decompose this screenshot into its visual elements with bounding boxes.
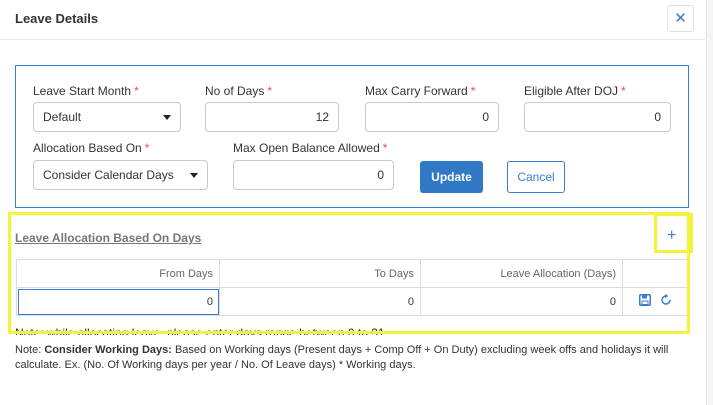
leave-start-month-select[interactable]: Default	[33, 102, 181, 132]
no-of-days-label: No of Days *	[205, 84, 273, 98]
leave-start-month-value: Default	[43, 110, 82, 124]
update-button[interactable]: Update	[420, 161, 483, 193]
allocation-based-on-select[interactable]: Consider Calendar Days	[33, 160, 208, 190]
no-of-days-input[interactable]: 12	[205, 102, 339, 132]
working-days-note: Note: Consider Working Days: Based on Wo…	[15, 344, 669, 371]
close-icon: ✕	[674, 10, 687, 27]
leave-start-month-label: Leave Start Month *	[33, 84, 139, 98]
header-divider	[0, 39, 705, 40]
dialog-title: Leave Details	[15, 11, 99, 26]
max-open-balance-input[interactable]: 0	[233, 160, 394, 190]
chevron-down-icon	[163, 114, 171, 120]
max-carry-forward-label: Max Carry Forward *	[365, 84, 476, 98]
scrollbar[interactable]	[706, 0, 713, 405]
eligible-after-doj-label: Eligible After DOJ *	[524, 84, 626, 98]
max-carry-forward-input[interactable]: 0	[365, 102, 499, 132]
cancel-button[interactable]: Cancel	[507, 161, 565, 193]
allocation-based-on-value: Consider Calendar Days	[43, 168, 174, 182]
highlight-add-button	[654, 213, 693, 253]
eligible-after-doj-input[interactable]: 0	[524, 102, 671, 132]
max-open-balance-label: Max Open Balance Allowed *	[233, 141, 388, 155]
chevron-down-icon	[190, 172, 198, 178]
close-button[interactable]: ✕	[667, 5, 694, 32]
highlight-allocation-section	[8, 212, 690, 334]
allocation-based-on-label: Allocation Based On *	[33, 141, 150, 155]
